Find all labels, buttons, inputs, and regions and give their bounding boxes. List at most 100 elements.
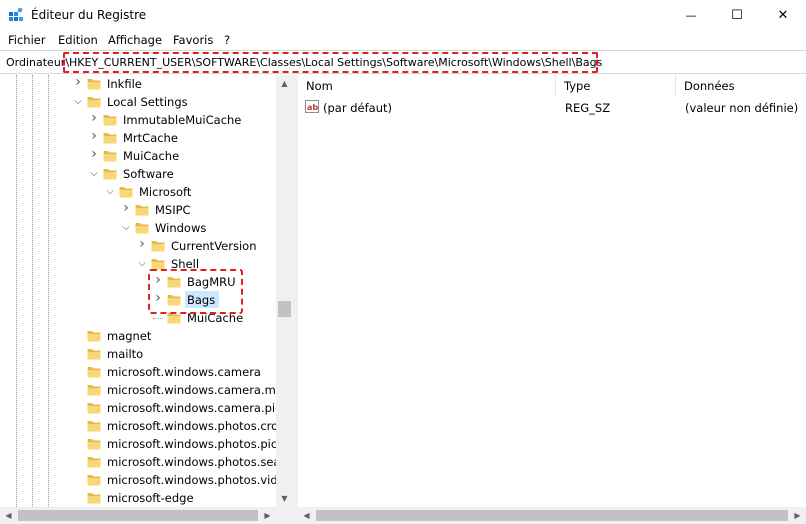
menu-affichage[interactable]: Affichage <box>108 33 162 47</box>
address-root-label: Ordinateur <box>6 56 66 69</box>
tree-node[interactable]: › Inkfile <box>0 75 276 93</box>
tree-node[interactable]: › MSIPC <box>0 201 276 219</box>
tree-vertical-thumb[interactable] <box>278 301 291 317</box>
tree-node[interactable]: ⌵ Local Settings <box>0 93 276 111</box>
address-bar[interactable]: Ordinateur\HKEY_CURRENT_USER\SOFTWARE\Cl… <box>0 50 806 74</box>
svg-text:ab: ab <box>307 103 318 112</box>
tree-node[interactable]: magnet <box>0 327 276 345</box>
value-name: (par défaut) <box>323 101 392 115</box>
chevron-down-icon[interactable]: ⌵ <box>89 168 99 180</box>
value-data: (valeur non définie) <box>685 101 799 115</box>
scroll-down-icon[interactable]: ▼ <box>276 490 293 507</box>
tree-node[interactable]: microsoft.windows.photos.crop <box>0 417 286 435</box>
tree-node[interactable]: microsoft.windows.photos.searc <box>0 453 291 471</box>
column-header-type[interactable]: Type <box>556 75 676 97</box>
title-bar: Éditeur du Registre — ☐ ✕ <box>0 0 806 31</box>
list-horizontal-scrollbar[interactable]: ◀ ▶ <box>298 507 806 524</box>
chevron-down-icon[interactable]: ⌵ <box>105 186 115 198</box>
folder-icon <box>87 97 101 108</box>
column-header-data[interactable]: Données <box>676 75 806 97</box>
chevron-right-icon[interactable]: › <box>89 111 99 125</box>
folder-icon <box>87 403 101 414</box>
key-tree[interactable]: › Inkfile ⌵ Local Settings › ImmutableMuiCach… <box>0 75 293 524</box>
tree-node[interactable]: microsoft.windows.photos.pick <box>0 435 284 453</box>
tree-horizontal-scrollbar[interactable]: ◀ ▶ <box>0 507 276 524</box>
folder-icon <box>87 385 101 396</box>
tree-node[interactable]: › ImmutableMuiCache <box>0 111 276 129</box>
tree-node-label: Software <box>123 167 174 181</box>
tree-node[interactable]: microsoft.windows.photos.vide <box>0 471 285 489</box>
scroll-left-icon[interactable]: ◀ <box>298 507 315 524</box>
list-item[interactable]: ab (par défaut) REG_SZ (valeur non défin… <box>298 98 806 116</box>
tree-connector <box>153 318 163 319</box>
menu-fichier[interactable]: Fichier <box>8 33 46 47</box>
folder-icon <box>87 421 101 432</box>
tree-node-label: microsoft.windows.camera.pick <box>107 401 289 415</box>
tree-node-label: microsoft.windows.camera <box>107 365 261 379</box>
tree-node[interactable]: ⌵ Windows <box>0 219 276 237</box>
chevron-right-icon[interactable]: › <box>73 75 83 89</box>
tree-node-label: microsoft.windows.photos.crop <box>107 419 286 433</box>
tree-node-label: Inkfile <box>107 77 142 91</box>
chevron-down-icon[interactable]: ⌵ <box>137 258 147 270</box>
tree-node-label: magnet <box>107 329 152 343</box>
address-highlight-annotation <box>63 52 598 73</box>
tree-highlight-annotation <box>148 269 243 314</box>
tree-node[interactable]: microsoft.windows.camera.pick <box>0 399 288 417</box>
tree-node[interactable]: ⌵ Software <box>0 165 276 183</box>
tree-node-label: Local Settings <box>107 95 188 109</box>
chevron-right-icon[interactable]: › <box>89 147 99 161</box>
scroll-right-icon[interactable]: ▶ <box>259 507 276 524</box>
folder-icon <box>87 493 101 504</box>
close-button[interactable]: ✕ <box>760 0 806 31</box>
menu-help[interactable]: ? <box>224 33 230 47</box>
tree-node-label: Microsoft <box>139 185 192 199</box>
tree-node[interactable]: ⌵ Microsoft <box>0 183 276 201</box>
chevron-down-icon[interactable]: ⌵ <box>73 96 83 108</box>
tree-node-label: Windows <box>155 221 207 235</box>
folder-icon <box>103 151 117 162</box>
column-header-name[interactable]: Nom <box>298 75 556 97</box>
tree-node[interactable]: › MrtCache <box>0 129 276 147</box>
menu-bar: Fichier Edition Affichage Favoris ? <box>0 31 806 50</box>
folder-icon <box>103 169 117 180</box>
menu-edition[interactable]: Edition <box>58 33 98 47</box>
minimize-button[interactable]: — <box>668 0 714 31</box>
tree-node-label: microsoft.windows.photos.searc <box>107 455 292 469</box>
chevron-right-icon[interactable]: › <box>121 201 131 215</box>
tree-vertical-scrollbar[interactable]: ▲ ▼ <box>276 75 293 507</box>
scroll-corner <box>276 507 293 524</box>
tree-node[interactable]: › CurrentVersion <box>0 237 276 255</box>
chevron-right-icon[interactable]: › <box>137 237 147 251</box>
tree-node-label: MuiCache <box>123 149 180 163</box>
tree-node[interactable]: mailto <box>0 345 276 363</box>
chevron-right-icon[interactable]: › <box>89 129 99 143</box>
scroll-up-icon[interactable]: ▲ <box>276 75 293 92</box>
minimize-icon: — <box>685 9 697 22</box>
scroll-right-icon[interactable]: ▶ <box>789 507 806 524</box>
values-list[interactable]: Nom Type Données ab (par défaut) REG_SZ … <box>298 75 806 524</box>
folder-icon <box>119 187 133 198</box>
tree-node[interactable]: microsoft-edge <box>0 489 276 507</box>
folder-icon <box>87 349 101 360</box>
maximize-button[interactable]: ☐ <box>714 0 760 31</box>
folder-icon <box>103 115 117 126</box>
chevron-down-icon[interactable]: ⌵ <box>121 222 131 234</box>
scroll-left-icon[interactable]: ◀ <box>0 507 17 524</box>
folder-icon <box>135 205 149 216</box>
tree-node-label: ImmutableMuiCache <box>123 113 242 127</box>
tree-horizontal-thumb[interactable] <box>18 510 258 521</box>
menu-favoris[interactable]: Favoris <box>173 33 213 47</box>
folder-icon <box>135 223 149 234</box>
value-type: REG_SZ <box>565 101 611 115</box>
folder-icon <box>87 79 101 90</box>
tree-node[interactable]: microsoft.windows.camera <box>0 363 276 381</box>
tree-node-label: CurrentVersion <box>171 239 257 253</box>
tree-node[interactable]: › MuiCache <box>0 147 276 165</box>
list-horizontal-thumb[interactable] <box>316 510 788 521</box>
string-value-icon: ab <box>305 100 319 113</box>
close-icon: ✕ <box>777 8 789 23</box>
folder-icon <box>87 457 101 468</box>
tree-node[interactable]: microsoft.windows.camera.mul <box>0 381 286 399</box>
tree-node-label: microsoft.windows.photos.pick <box>107 437 284 451</box>
